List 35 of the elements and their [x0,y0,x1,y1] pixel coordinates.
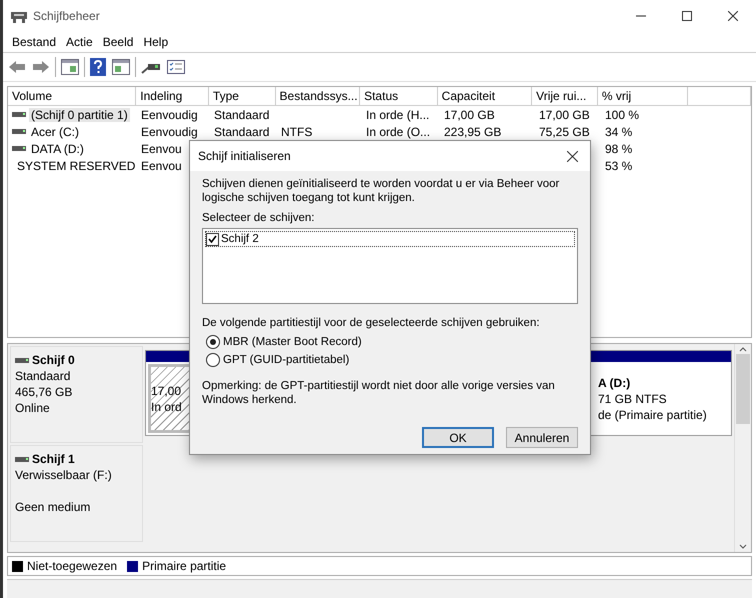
partition-label: de (Primaire partitie) [598,406,708,422]
table-cell: Standaard [214,108,270,122]
table-cell: In orde (H... [366,108,430,122]
legend-label: Niet-toegewezen [27,559,118,573]
table-cell: In orde (O... [366,124,430,138]
table-cell: NTFS [281,124,312,138]
disk-name: Schijf 1 [32,451,75,467]
window-title: Schijfbeheer [33,9,100,23]
table-cell: 17,00 GB [444,108,495,122]
dialog-title: Schijf initialiseren [198,149,291,163]
table-cell: 223,95 GB [444,124,502,138]
table-cell: Eenvoudig [141,124,198,138]
partition-label: 71 GB NTFS [598,390,668,406]
table-cell: 100 % [605,108,640,122]
select-label: Selecteer de schijven: [202,211,316,225]
disk-status: Online [15,400,51,416]
table-cell: 75,25 GB [539,124,590,138]
legend-label: Primaire partitie [142,559,226,573]
table-cell: Standaard [214,124,270,138]
disk-size: 465,76 GB [15,384,74,400]
table-cell: Eenvoudig [141,108,198,122]
disk-name: Schijf 0 [32,352,75,368]
table-cell: 53 % [605,158,632,172]
disk-type: Verwisselbaar (F:) [15,467,113,483]
disk-status: Geen medium [15,499,92,515]
table-cell: Eenvou [141,142,182,156]
disk-type: Standaard [15,368,72,384]
partition-style-label: De volgende partitiestijl voor de geselecteerde schijven gebruiken: [202,316,541,330]
table-cell: Eenvou [141,158,182,172]
table-cell: 98 % [605,142,632,156]
table-cell: 17,00 GB [539,108,590,122]
note-text: Opmerking: de GPT-partitiestijl wordt niet door alle vorige versies van Windows herkend. [202,379,556,407]
partition-label: A (D:) [598,374,632,390]
table-cell: 34 % [605,124,632,138]
dialog-message: Schijven dienen geïnitialiseerd te worden voordat u er via Beheer voor logische schijven toegang tot kunt krijgen. [202,177,560,205]
